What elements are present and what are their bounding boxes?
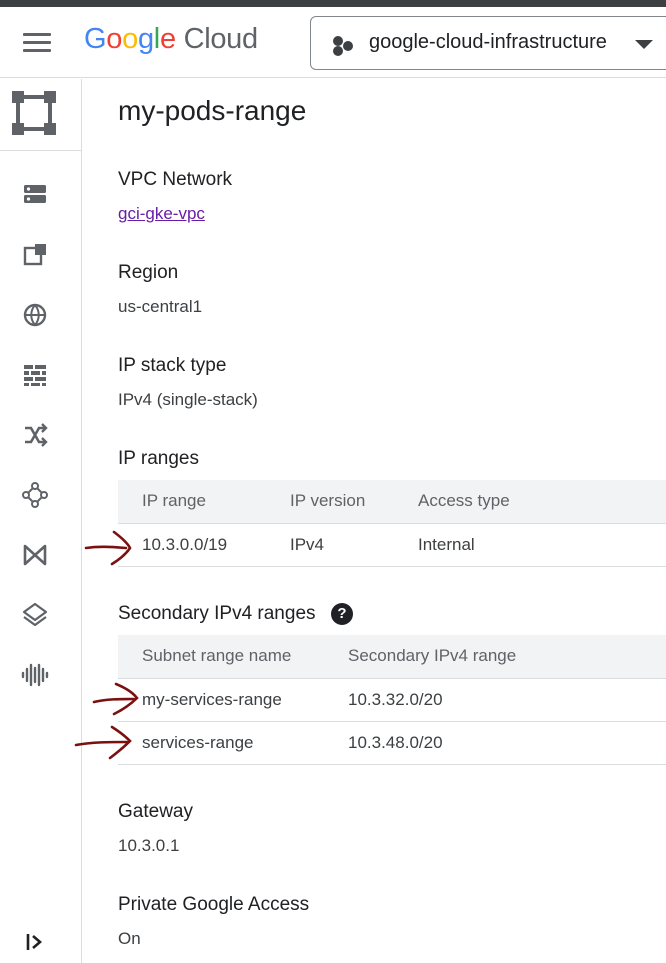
- top-bar: Google Cloud google-cloud-infrastructure: [0, 7, 666, 78]
- logo-cloud-text: Cloud: [183, 23, 259, 55]
- table-row: my-services-range 10.3.32.0/20: [118, 679, 666, 722]
- secondary-range-cell: 10.3.48.0/20: [348, 733, 443, 752]
- ip-range-cell: 10.3.0.0/19: [142, 535, 228, 554]
- column-header[interactable]: Secondary IPv4 range: [348, 646, 516, 666]
- routes-icon[interactable]: [20, 420, 50, 450]
- peering-icon[interactable]: [20, 540, 50, 570]
- secondary-ranges-title: Secondary IPv4 ranges: [118, 603, 316, 624]
- annotation-arrow: [74, 725, 132, 760]
- annotation-arrow: [84, 530, 132, 566]
- table-row: 10.3.0.0/19 IPv4 Internal: [118, 524, 666, 567]
- subnet-range-name-cell: my-services-range: [142, 690, 282, 709]
- audio-waveform-icon[interactable]: [20, 660, 50, 690]
- column-header[interactable]: IP version: [290, 491, 365, 511]
- ip-ranges-label: IP ranges: [118, 448, 199, 469]
- secondary-ranges-label: Secondary IPv4 ranges ?: [118, 603, 353, 625]
- ip-stack-value: IPv4 (single-stack): [118, 390, 258, 409]
- vpc-network-product[interactable]: [0, 79, 81, 151]
- help-icon[interactable]: ?: [331, 603, 353, 625]
- column-header[interactable]: IP range: [142, 491, 206, 511]
- column-header[interactable]: Access type: [418, 491, 510, 511]
- project-name: google-cloud-infrastructure: [369, 31, 607, 53]
- topology-icon[interactable]: [20, 480, 50, 510]
- ip-version-cell: IPv4: [290, 535, 325, 554]
- project-picker[interactable]: google-cloud-infrastructure: [310, 16, 666, 70]
- table-header: Subnet range name Secondary IPv4 range: [118, 635, 666, 679]
- column-header[interactable]: Subnet range name: [142, 646, 291, 666]
- ip-stack-label: IP stack type: [118, 355, 227, 376]
- add-resource-icon[interactable]: [20, 240, 50, 270]
- access-type-cell: Internal: [418, 535, 475, 554]
- chevron-down-icon: [635, 40, 653, 49]
- vpc-network-label: VPC Network: [118, 169, 233, 190]
- vpc-network-link[interactable]: gci-gke-vpc: [118, 204, 205, 224]
- server-list-icon[interactable]: [20, 179, 50, 209]
- annotation-arrow: [92, 682, 139, 716]
- secondary-range-cell: 10.3.32.0/20: [348, 690, 443, 709]
- gateway-label: Gateway: [118, 801, 193, 822]
- globe-network-icon[interactable]: [20, 300, 50, 330]
- browser-top-strip: [0, 0, 666, 7]
- private-access-value: On: [118, 929, 141, 948]
- expand-sidebar-icon[interactable]: [22, 929, 48, 955]
- table-row: services-range 10.3.48.0/20: [118, 722, 666, 765]
- logo-google-text: Google: [84, 23, 176, 55]
- table-header: IP range IP version Access type: [118, 480, 666, 524]
- firewall-icon[interactable]: [20, 360, 50, 390]
- layers-icon[interactable]: [20, 600, 50, 630]
- region-label: Region: [118, 262, 179, 283]
- vpc-network-logo-icon: [12, 91, 56, 135]
- google-cloud-logo[interactable]: Google Cloud: [84, 23, 258, 56]
- subnet-range-name-cell: services-range: [142, 733, 254, 752]
- gateway-value: 10.3.0.1: [118, 836, 180, 855]
- product-sidebar: [0, 79, 82, 963]
- project-hexagon-icon: [333, 36, 353, 56]
- page-title: my-pods-range: [118, 95, 307, 126]
- private-access-label: Private Google Access: [118, 894, 310, 915]
- region-value: us-central1: [118, 297, 203, 316]
- menu-icon[interactable]: [23, 33, 51, 53]
